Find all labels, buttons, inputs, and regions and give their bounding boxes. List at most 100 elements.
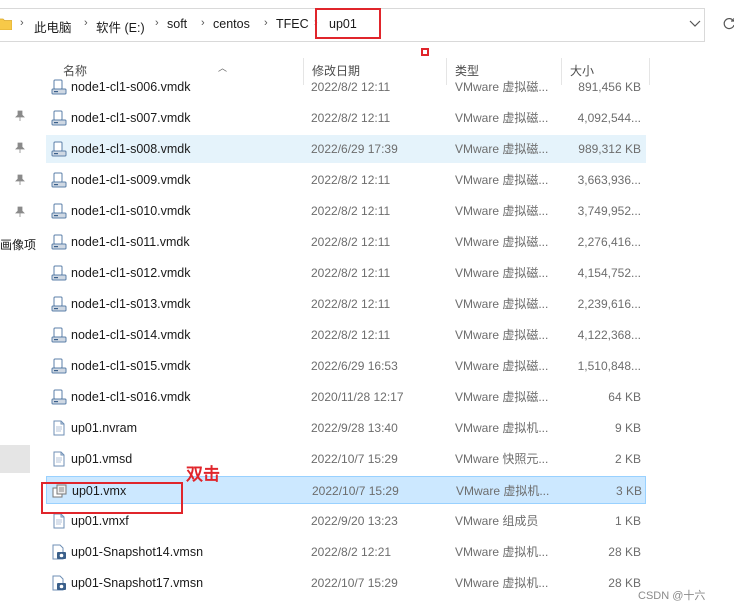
pin-icon[interactable]	[14, 206, 26, 218]
chevron-right-icon[interactable]: ›	[264, 17, 268, 29]
file-type: VMware 虚拟磁...	[455, 204, 549, 218]
file-size: 3 KB	[615, 484, 642, 498]
file-row[interactable]: node1-cl1-s016.vmdk 2020/11/28 12:17 VMwar…	[46, 383, 646, 411]
file-row[interactable]: node1-cl1-s011.vmdk 2022/8/2 12:11 VMware …	[46, 228, 646, 256]
file-name: node1-cl1-s015.vmdk	[71, 359, 191, 373]
breadcrumb-drive-e[interactable]: 软件 (E:)	[96, 17, 145, 36]
chevron-down-icon[interactable]	[688, 18, 702, 30]
breadcrumb-tfec[interactable]: TFEC	[276, 17, 309, 31]
vmdk-disk-icon	[51, 296, 67, 312]
file-size: 3,663,936...	[577, 173, 641, 187]
file-row[interactable]: node1-cl1-s013.vmdk 2022/8/2 12:11 VMware …	[46, 290, 646, 318]
file-date: 2020/11/28 12:17	[311, 390, 404, 404]
file-date: 2022/8/2 12:11	[311, 235, 391, 249]
file-size: 1,510,848...	[577, 359, 641, 373]
pin-icon[interactable]	[14, 110, 26, 122]
folder-icon	[0, 18, 12, 30]
file-size: 64 KB	[608, 390, 641, 404]
file-date: 2022/8/2 12:11	[311, 266, 391, 280]
file-date: 2022/10/7 15:29	[311, 452, 398, 466]
file-size: 891,456 KB	[578, 80, 641, 94]
file-date: 2022/10/7 15:29	[312, 484, 399, 498]
chevron-right-icon[interactable]: ›	[155, 17, 159, 29]
chevron-right-icon[interactable]: ›	[20, 17, 24, 29]
file-type: VMware 虚拟磁...	[455, 297, 549, 311]
nav-item-selected[interactable]	[0, 445, 30, 473]
file-name: node1-cl1-s016.vmdk	[71, 390, 191, 404]
file-size: 28 KB	[608, 545, 641, 559]
breadcrumb-soft[interactable]: soft	[167, 17, 187, 31]
vmdk-disk-icon	[51, 79, 67, 95]
file-name: node1-cl1-s010.vmdk	[71, 204, 191, 218]
vmdk-disk-icon	[51, 141, 67, 157]
file-type: VMware 虚拟磁...	[455, 390, 549, 404]
file-name: node1-cl1-s012.vmdk	[71, 266, 191, 280]
file-row[interactable]: up01-Snapshot14.vmsn 2022/8/2 12:21 VMware…	[46, 538, 646, 566]
file-size: 4,154,752...	[577, 266, 641, 280]
file-date: 2022/8/2 12:11	[311, 328, 391, 342]
file-row[interactable]: node1-cl1-s012.vmdk 2022/8/2 12:11 VMware …	[46, 259, 646, 287]
annotation-highlight-box	[41, 482, 183, 514]
current-folder-highlight	[315, 8, 381, 39]
file-type: VMware 虚拟磁...	[455, 142, 549, 156]
refresh-icon[interactable]	[722, 17, 734, 31]
file-row[interactable]: node1-cl1-s009.vmdk 2022/8/2 12:11 VMware …	[46, 166, 646, 194]
file-type: VMware 虚拟磁...	[455, 328, 549, 342]
file-date: 2022/8/2 12:21	[311, 545, 392, 559]
file-type: VMware 虚拟磁...	[455, 173, 549, 187]
file-row[interactable]: up01.vmsd 2022/10/7 15:29 VMware 快照元... 2 K…	[46, 445, 646, 473]
file-name: up01.nvram	[71, 421, 138, 435]
file-row[interactable]: up01.nvram 2022/9/28 13:40 VMware 虚拟机... 9 …	[46, 414, 646, 442]
file-date: 2022/9/28 13:40	[311, 421, 398, 435]
file-size: 3,749,952...	[577, 204, 641, 218]
file-date: 2022/9/20 13:23	[311, 514, 398, 528]
file-row[interactable]: up01-Snapshot17.vmsn 2022/10/7 15:29 VMwar…	[46, 569, 646, 597]
file-name: node1-cl1-s007.vmdk	[71, 111, 191, 125]
file-size: 2,239,616...	[577, 297, 641, 311]
file-type: VMware 虚拟机...	[455, 421, 549, 435]
file-type: VMware 虚拟机...	[455, 576, 549, 590]
file-size: 28 KB	[608, 576, 641, 590]
breadcrumb-this-pc[interactable]: 此电脑	[34, 17, 72, 36]
pin-icon[interactable]	[14, 142, 26, 154]
file-name: up01-Snapshot14.vmsn	[71, 545, 204, 559]
document-icon	[51, 451, 67, 467]
nav-item-label[interactable]: 画像项	[0, 236, 36, 253]
file-row[interactable]: node1-cl1-s010.vmdk 2022/8/2 12:11 VMware …	[46, 197, 646, 225]
file-row[interactable]: node1-cl1-s008.vmdk 2022/6/29 17:39 VMware…	[46, 135, 646, 163]
file-row[interactable]: node1-cl1-s007.vmdk 2022/8/2 12:11 VMware …	[46, 104, 646, 132]
chevron-right-icon[interactable]: ›	[201, 17, 205, 29]
watermark: CSDN @十六	[638, 590, 706, 602]
file-date: 2022/10/7 15:29	[311, 576, 398, 590]
file-type: VMware 虚拟磁...	[455, 80, 549, 94]
file-type: VMware 组成员	[455, 514, 539, 528]
navigation-pane: 画像项	[0, 58, 36, 607]
file-name: up01-Snapshot17.vmsn	[71, 576, 204, 590]
file-date: 2022/8/2 12:11	[311, 173, 391, 187]
pin-icon[interactable]	[14, 174, 26, 186]
file-name: node1-cl1-s009.vmdk	[71, 173, 191, 187]
file-row[interactable]: node1-cl1-s015.vmdk 2022/6/29 16:53 VMware…	[46, 352, 646, 380]
vmdk-disk-icon	[51, 358, 67, 374]
vmdk-disk-icon	[51, 265, 67, 281]
breadcrumb-centos[interactable]: centos	[213, 17, 250, 31]
file-type: VMware 虚拟机...	[455, 545, 549, 559]
vmdk-disk-icon	[51, 327, 67, 343]
file-size: 4,092,544...	[577, 111, 641, 125]
address-bar[interactable]: › 此电脑 › 软件 (E:) › soft › centos › TFEC ›…	[0, 8, 734, 42]
file-row[interactable]: node1-cl1-s014.vmdk 2022/8/2 12:11 VMware …	[46, 321, 646, 349]
file-date: 2022/6/29 17:39	[311, 142, 398, 156]
snapshot-icon	[51, 575, 67, 591]
file-name: node1-cl1-s013.vmdk	[71, 297, 191, 311]
file-type: VMware 虚拟磁...	[455, 111, 549, 125]
chevron-right-icon[interactable]: ›	[84, 17, 88, 29]
file-date: 2022/8/2 12:11	[311, 111, 391, 125]
file-name: node1-cl1-s008.vmdk	[71, 142, 191, 156]
file-type: VMware 虚拟机...	[456, 484, 550, 498]
file-type: VMware 虚拟磁...	[455, 235, 549, 249]
file-name: node1-cl1-s011.vmdk	[71, 235, 190, 249]
resize-handle-marker	[421, 48, 429, 56]
file-row[interactable]: node1-cl1-s006.vmdk 2022/8/2 12:11 VMware …	[46, 73, 646, 101]
document-icon	[51, 420, 67, 436]
file-size: 4,122,368...	[577, 328, 641, 342]
